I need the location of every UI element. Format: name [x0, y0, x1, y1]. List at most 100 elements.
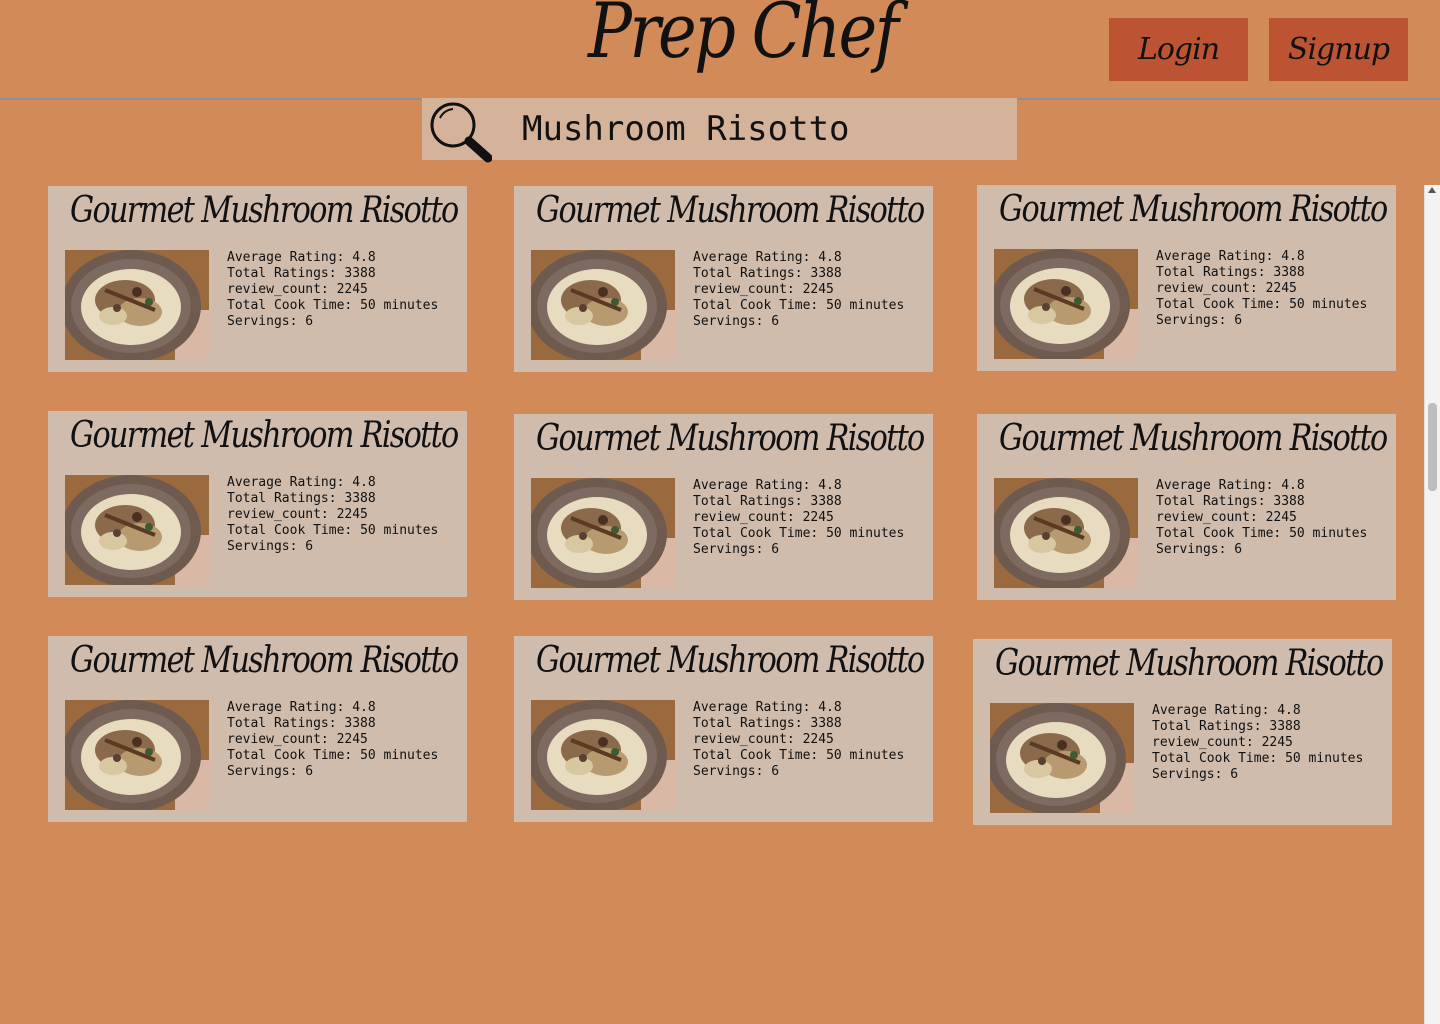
total-ratings: Total Ratings: 3388	[693, 494, 842, 509]
review-count: review_count: 2245	[1156, 510, 1297, 525]
risotto-image	[65, 475, 209, 585]
recipe-title[interactable]: Gourmet Mushroom Risotto	[70, 190, 459, 231]
recipe-info: Average Rating: 4.8 Total Ratings: 3388 re…	[1152, 703, 1382, 783]
recipe-card[interactable]: Gourmet Mushroom Risotto Average Rating: …	[514, 186, 933, 372]
scroll-up-arrow-icon[interactable]	[1428, 187, 1436, 193]
total-cook-time: Total Cook Time: 50 minutes	[693, 748, 905, 763]
servings: Servings: 6	[693, 764, 780, 779]
recipe-thumbnail[interactable]	[65, 250, 209, 360]
servings: Servings: 6	[1156, 542, 1243, 557]
review-count: review_count: 2245	[1156, 281, 1297, 296]
average-rating: Average Rating: 4.8	[227, 250, 376, 265]
average-rating: Average Rating: 4.8	[227, 475, 376, 490]
recipe-title[interactable]: Gourmet Mushroom Risotto	[536, 640, 925, 681]
servings: Servings: 6	[1156, 313, 1243, 328]
total-ratings: Total Ratings: 3388	[1152, 719, 1301, 734]
recipe-card[interactable]: Gourmet Mushroom Risotto Average Rating: …	[48, 411, 467, 597]
review-count: review_count: 2245	[227, 732, 368, 747]
recipe-title[interactable]: Gourmet Mushroom Risotto	[999, 418, 1388, 459]
total-cook-time: Total Cook Time: 50 minutes	[693, 526, 905, 541]
servings: Servings: 6	[227, 539, 314, 554]
average-rating: Average Rating: 4.8	[693, 478, 842, 493]
total-ratings: Total Ratings: 3388	[227, 266, 376, 281]
risotto-image	[65, 250, 209, 360]
signup-button[interactable]: Signup	[1269, 18, 1408, 81]
risotto-image	[994, 249, 1138, 359]
recipe-info: Average Rating: 4.8 Total Ratings: 3388 re…	[227, 700, 457, 780]
review-count: review_count: 2245	[693, 732, 834, 747]
brand-logo[interactable]: Prep Chef	[588, 0, 899, 75]
recipe-thumbnail[interactable]	[65, 475, 209, 585]
risotto-image	[531, 250, 675, 360]
recipe-thumbnail[interactable]	[990, 703, 1134, 813]
average-rating: Average Rating: 4.8	[693, 700, 842, 715]
total-cook-time: Total Cook Time: 50 minutes	[693, 298, 905, 313]
review-count: review_count: 2245	[227, 507, 368, 522]
scrollbar-thumb[interactable]	[1428, 403, 1437, 491]
recipe-title[interactable]: Gourmet Mushroom Risotto	[999, 189, 1388, 230]
total-ratings: Total Ratings: 3388	[227, 716, 376, 731]
total-ratings: Total Ratings: 3388	[1156, 494, 1305, 509]
recipe-thumbnail[interactable]	[531, 250, 675, 360]
recipe-info: Average Rating: 4.8 Total Ratings: 3388 re…	[227, 475, 457, 555]
risotto-image	[65, 700, 209, 810]
servings: Servings: 6	[1152, 767, 1239, 782]
risotto-image	[531, 478, 675, 588]
average-rating: Average Rating: 4.8	[1152, 703, 1301, 718]
recipe-card[interactable]: Gourmet Mushroom Risotto Average Rating: …	[48, 186, 467, 372]
recipe-title[interactable]: Gourmet Mushroom Risotto	[536, 418, 925, 459]
total-cook-time: Total Cook Time: 50 minutes	[227, 298, 439, 313]
total-ratings: Total Ratings: 3388	[227, 491, 376, 506]
servings: Servings: 6	[693, 542, 780, 557]
risotto-image	[990, 703, 1134, 813]
average-rating: Average Rating: 4.8	[227, 700, 376, 715]
recipe-info: Average Rating: 4.8 Total Ratings: 3388 re…	[693, 478, 923, 558]
recipe-card[interactable]: Gourmet Mushroom Risotto Average Rating: …	[48, 636, 467, 822]
total-ratings: Total Ratings: 3388	[693, 266, 842, 281]
recipe-card[interactable]: Gourmet Mushroom Risotto Average Rating: …	[973, 639, 1392, 825]
recipe-card[interactable]: Gourmet Mushroom Risotto Average Rating: …	[977, 185, 1396, 371]
header: Prep Chef Login Signup	[0, 0, 1440, 100]
recipe-thumbnail[interactable]	[531, 700, 675, 810]
recipe-title[interactable]: Gourmet Mushroom Risotto	[70, 415, 459, 456]
review-count: review_count: 2245	[1152, 735, 1293, 750]
total-cook-time: Total Cook Time: 50 minutes	[1156, 297, 1368, 312]
total-ratings: Total Ratings: 3388	[1156, 265, 1305, 280]
recipe-thumbnail[interactable]	[531, 478, 675, 588]
login-button[interactable]: Login	[1109, 18, 1248, 81]
total-ratings: Total Ratings: 3388	[693, 716, 842, 731]
average-rating: Average Rating: 4.8	[693, 250, 842, 265]
average-rating: Average Rating: 4.8	[1156, 249, 1305, 264]
recipe-info: Average Rating: 4.8 Total Ratings: 3388 re…	[693, 250, 923, 330]
servings: Servings: 6	[227, 764, 314, 779]
servings: Servings: 6	[227, 314, 314, 329]
risotto-image	[994, 478, 1138, 588]
average-rating: Average Rating: 4.8	[1156, 478, 1305, 493]
recipe-info: Average Rating: 4.8 Total Ratings: 3388 re…	[227, 250, 457, 330]
recipe-info: Average Rating: 4.8 Total Ratings: 3388 re…	[693, 700, 923, 780]
recipe-info: Average Rating: 4.8 Total Ratings: 3388 re…	[1156, 249, 1386, 329]
recipe-thumbnail[interactable]	[994, 478, 1138, 588]
total-cook-time: Total Cook Time: 50 minutes	[227, 748, 439, 763]
recipe-card[interactable]: Gourmet Mushroom Risotto Average Rating: …	[514, 414, 933, 600]
search-bar	[422, 98, 1017, 163]
search-icon[interactable]	[426, 98, 493, 164]
recipe-card[interactable]: Gourmet Mushroom Risotto Average Rating: …	[977, 414, 1396, 600]
risotto-image	[531, 700, 675, 810]
recipe-thumbnail[interactable]	[65, 700, 209, 810]
recipe-title[interactable]: Gourmet Mushroom Risotto	[70, 640, 459, 681]
total-cook-time: Total Cook Time: 50 minutes	[1152, 751, 1364, 766]
recipe-card[interactable]: Gourmet Mushroom Risotto Average Rating: …	[514, 636, 933, 822]
recipe-thumbnail[interactable]	[994, 249, 1138, 359]
servings: Servings: 6	[693, 314, 780, 329]
scrollbar[interactable]	[1424, 185, 1440, 1024]
total-cook-time: Total Cook Time: 50 minutes	[1156, 526, 1368, 541]
total-cook-time: Total Cook Time: 50 minutes	[227, 523, 439, 538]
recipe-title[interactable]: Gourmet Mushroom Risotto	[536, 190, 925, 231]
review-count: review_count: 2245	[693, 510, 834, 525]
recipe-info: Average Rating: 4.8 Total Ratings: 3388 re…	[1156, 478, 1386, 558]
review-count: review_count: 2245	[693, 282, 834, 297]
review-count: review_count: 2245	[227, 282, 368, 297]
recipe-title[interactable]: Gourmet Mushroom Risotto	[995, 643, 1384, 684]
search-input[interactable]	[522, 106, 1002, 152]
